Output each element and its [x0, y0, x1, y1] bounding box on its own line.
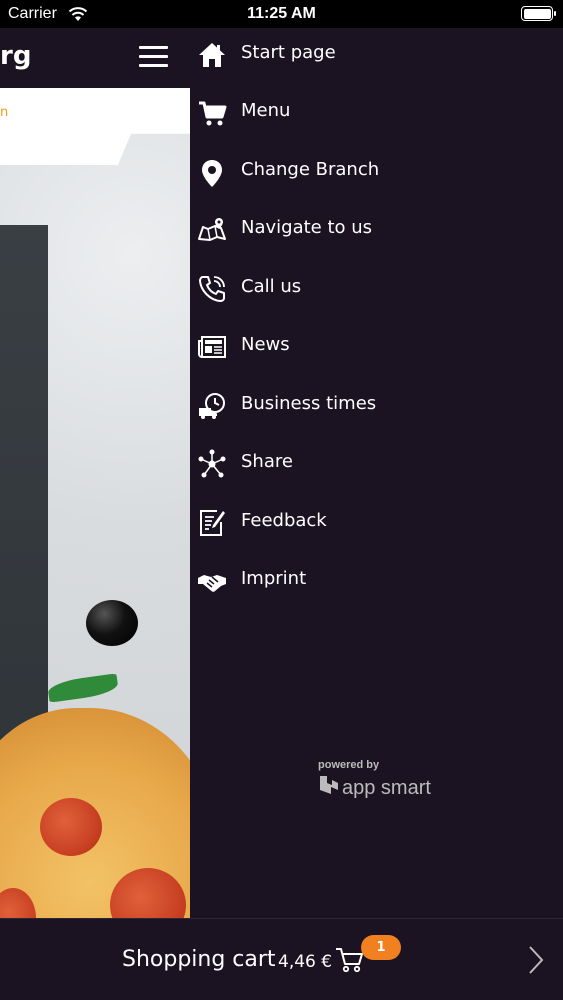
map-pin-icon	[202, 160, 222, 187]
navigation-drawer: Start page Menu Change Branch Navigate t…	[190, 28, 563, 918]
menu-item-call-us[interactable]: Call us	[190, 262, 563, 320]
appsmart-brand-text: app smart	[342, 777, 431, 799]
home-icon	[199, 43, 225, 67]
menu-item-imprint[interactable]: Imprint	[190, 554, 563, 612]
app-header: rg	[0, 28, 190, 88]
menu-item-label: Change Branch	[241, 159, 380, 180]
powered-by-label: powered by	[318, 759, 380, 771]
menu-item-news[interactable]: News	[190, 320, 563, 378]
info-tab-text: n	[0, 105, 9, 120]
shopping-cart-bar[interactable]: Shopping cart 4,46 € 1	[0, 918, 563, 1000]
menu-item-menu[interactable]: Menu	[190, 86, 563, 144]
menu-item-label: Call us	[241, 276, 302, 297]
map-icon	[198, 218, 226, 241]
menu-item-business-times[interactable]: Business times	[190, 379, 563, 437]
menu-item-label: Business times	[241, 393, 377, 414]
menu-item-share[interactable]: Share	[190, 437, 563, 495]
menu-item-label: News	[241, 334, 290, 355]
menu-item-start-page[interactable]: Start page	[190, 28, 563, 86]
delivery-clock-icon	[199, 393, 225, 419]
menu-item-label: Menu	[241, 100, 291, 121]
newspaper-icon	[198, 336, 226, 358]
chevron-right-icon[interactable]	[527, 945, 545, 975]
appsmart-logo-icon	[320, 776, 338, 794]
feedback-icon	[200, 510, 225, 536]
share-icon	[198, 449, 226, 478]
menu-item-label: Navigate to us	[241, 217, 373, 238]
status-bar: Carrier 11:25 AM	[0, 0, 563, 28]
phone-icon	[199, 276, 225, 302]
menu-item-label: Start page	[241, 42, 336, 63]
menu-item-label: Feedback	[241, 510, 327, 531]
menu-item-change-branch[interactable]: Change Branch	[190, 145, 563, 203]
olive-decoration	[86, 600, 138, 646]
menu-item-label: Share	[241, 451, 293, 472]
status-time: 11:25 AM	[247, 5, 316, 22]
shopping-cart-icon	[199, 101, 227, 126]
menu-item-feedback[interactable]: Feedback	[190, 496, 563, 554]
basil-decoration	[46, 673, 120, 703]
cart-total-price: 4,46 €	[278, 952, 333, 972]
header-title: rg	[0, 41, 32, 71]
menu-item-navigate[interactable]: Navigate to us	[190, 203, 563, 261]
hamburger-menu-icon[interactable]	[139, 46, 168, 68]
cart-count-badge: 1	[361, 935, 401, 960]
handshake-icon	[198, 575, 226, 592]
cart-label: Shopping cart	[122, 947, 276, 972]
pizza-decoration	[0, 708, 190, 918]
menu-item-label: Imprint	[241, 568, 307, 589]
hero-image	[0, 88, 190, 918]
main-content-panel[interactable]: n rg	[0, 28, 190, 918]
battery-icon	[521, 6, 556, 21]
